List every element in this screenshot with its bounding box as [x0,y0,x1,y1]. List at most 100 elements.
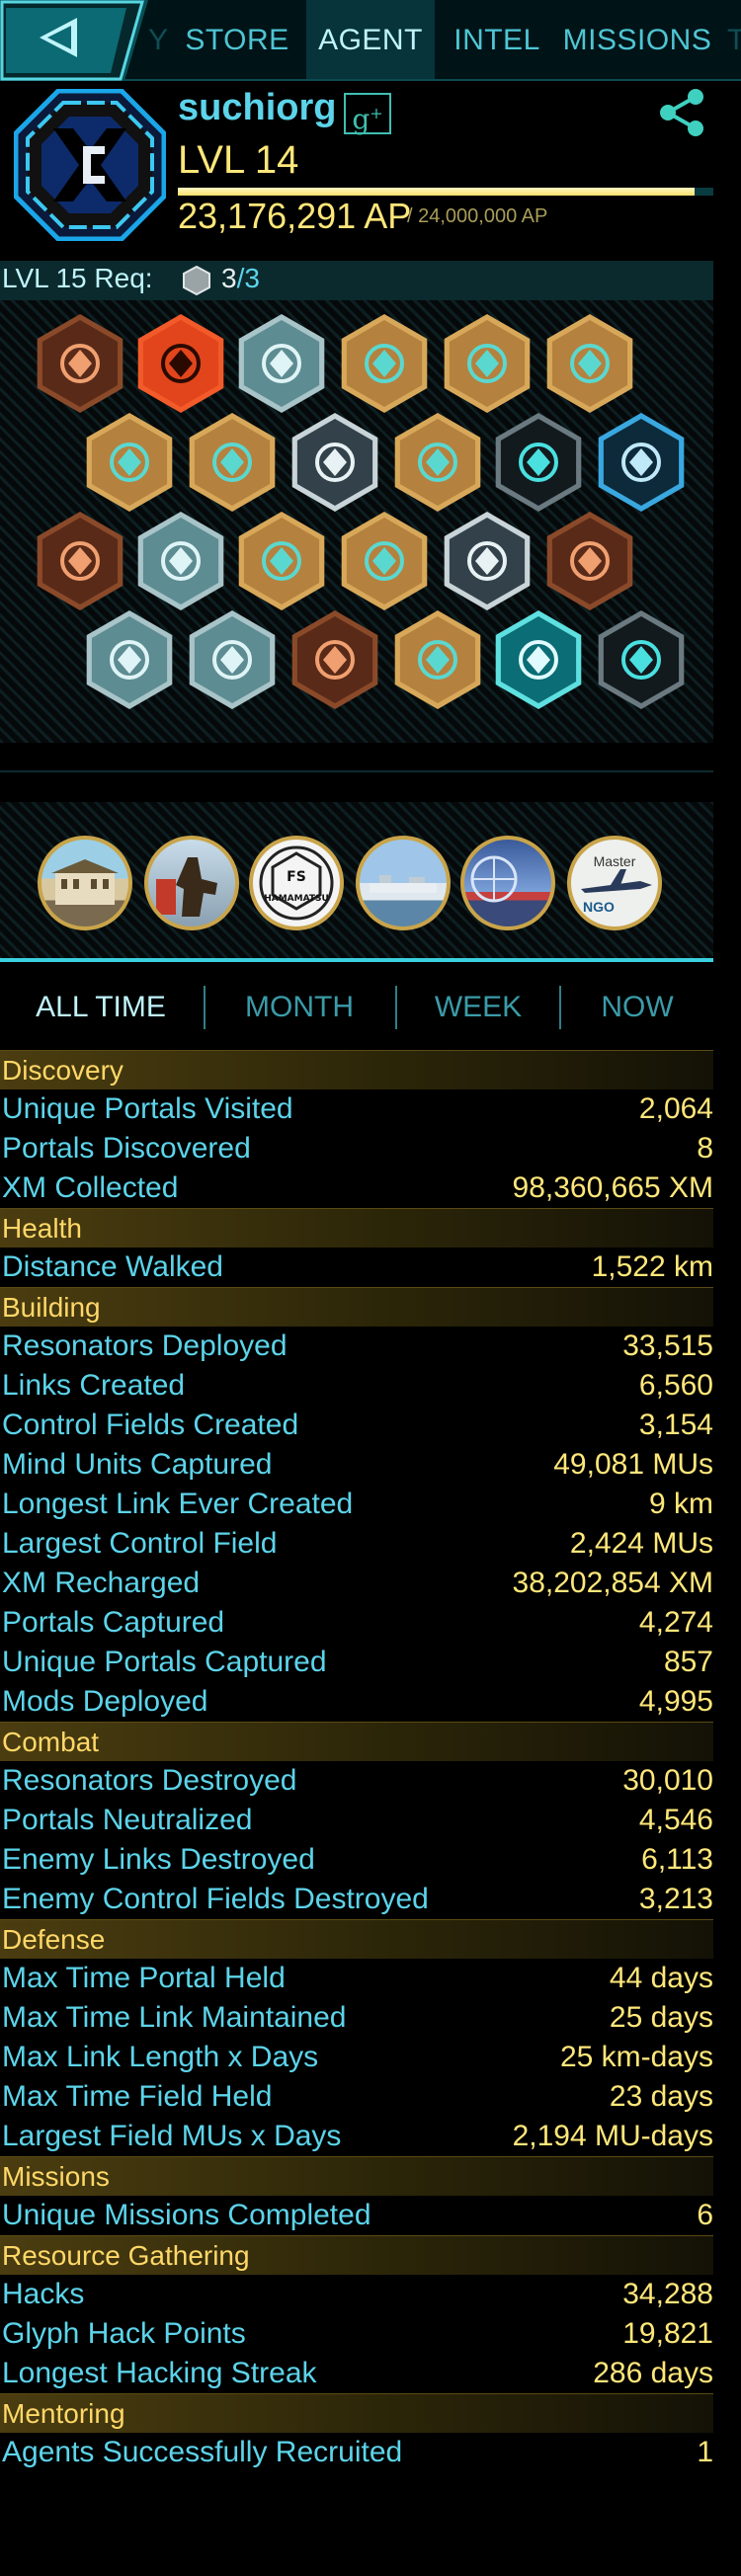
tab-week[interactable]: WEEK [397,978,559,1037]
stat-row: Enemy Control Fields Destroyed 3,213 [0,1880,713,1919]
tab-intel[interactable]: INTEL [443,0,551,79]
stat-value: 6 [697,2199,713,2231]
stat-row: Portals Neutralized 4,546 [0,1801,713,1840]
badge-lock[interactable] [597,608,686,711]
badge-hand-gear[interactable] [85,608,174,711]
stat-row: Max Time Portal Held 44 days [0,1959,713,1998]
top-nav: Y STORE AGENT INTEL MISSIONS T [0,0,741,81]
stat-value: 6,113 [641,1843,713,1876]
badge-hex-logo[interactable] [136,312,225,415]
tab-all-time[interactable]: ALL TIME [0,978,202,1037]
badge-check[interactable] [494,608,583,711]
badge-resonator[interactable] [290,411,379,514]
stat-value: 1 [697,2436,713,2468]
badge-fist[interactable] [393,608,482,711]
check-icon [495,610,582,709]
badge-mask[interactable] [237,510,326,612]
root-icon [394,413,481,512]
badge-links[interactable] [36,510,124,612]
tab-month[interactable]: MONTH [206,978,393,1037]
stat-row: Mind Units Captured 49,081 MUs [0,1445,713,1485]
tab-agent[interactable]: AGENT [306,0,435,79]
hand-map-icon [189,610,276,709]
google-plus-icon[interactable]: g+ [344,93,391,135]
back-button[interactable] [0,0,148,81]
tab-store[interactable]: STORE [178,0,296,79]
stat-row: Unique Missions Completed 6 [0,2196,713,2235]
badge-dots[interactable] [340,510,429,612]
medal-building[interactable] [38,836,132,930]
badge-ship[interactable] [545,312,634,415]
resonator-icon [291,413,378,512]
svg-text:FS: FS [287,869,306,885]
stat-value: 857 [663,1646,713,1678]
section-header: Combat [0,1722,713,1761]
svg-text:HAMAMATSU: HAMAMATSU [264,894,329,904]
stat-label: Max Time Link Maintained [2,2001,347,2034]
tab-now[interactable]: NOW [561,978,713,1037]
stat-value: 4,995 [638,1685,713,1718]
stat-label: Portals Captured [2,1606,225,1639]
stat-label: Max Time Field Held [2,2080,273,2113]
badge-tiki[interactable] [36,312,124,415]
hand-gear-icon [86,610,173,709]
dots-icon [341,512,428,610]
badge-splat[interactable] [340,312,429,415]
medal-fs-hamamatsu[interactable]: FS HAMAMATSU [249,836,344,930]
stat-row: Resonators Destroyed 30,010 [0,1761,713,1801]
ap-value: 23,176,291 AP [178,196,412,236]
stat-row: Glyph Hack Points 19,821 [0,2314,713,2354]
stat-row: Links Created 6,560 [0,1366,713,1406]
section-header: Health [0,1208,713,1248]
stat-value: 8 [697,1132,713,1165]
badge-eye[interactable] [494,411,583,514]
badge-cubes[interactable] [188,411,277,514]
stat-value: 44 days [609,1962,713,1994]
stat-value: 49,081 MUs [553,1448,713,1481]
stat-label: Glyph Hack Points [2,2317,246,2350]
fountain-icon [444,512,531,610]
stat-row: Unique Portals Captured 857 [0,1643,713,1682]
section-header: Defense [0,1919,713,1959]
share-icon[interactable] [656,87,707,138]
stat-label: Mods Deployed [2,1685,208,1718]
badge-root[interactable] [393,411,482,514]
stat-value: 286 days [593,2357,713,2389]
stat-row: Max Link Length x Days 25 km-days [0,2038,713,2077]
badge-people[interactable] [545,510,634,612]
badge-lattice[interactable] [237,312,326,415]
medal-master[interactable]: Master NGO [567,836,662,930]
requirement-total: /3 [236,263,260,293]
ap-progress-bar [178,188,713,196]
stat-value: 2,064 [638,1092,713,1125]
stat-label: Hacks [2,2278,85,2310]
medal-harbor[interactable] [356,836,451,930]
badge-bird[interactable] [290,608,379,711]
badge-wings[interactable] [597,411,686,514]
stat-row: Mods Deployed 4,995 [0,1682,713,1722]
tab-partial-right[interactable]: T [727,0,741,79]
stat-row: Agents Successfully Recruited 1 [0,2433,713,2472]
badge-compass[interactable] [443,312,532,415]
tab-missions[interactable]: MISSIONS [553,0,721,79]
stat-label: Unique Missions Completed [2,2199,371,2231]
stat-value: 6,560 [638,1369,713,1402]
medal-hex-icon [183,266,210,295]
badge-plant[interactable] [85,411,174,514]
badge-fountain[interactable] [443,510,532,612]
people-icon [546,512,633,610]
tab-partial-left[interactable]: Y [148,0,178,79]
badge-walker[interactable] [136,510,225,612]
stat-label: Agents Successfully Recruited [2,2436,403,2468]
badge-hand-map[interactable] [188,608,277,711]
cubes-icon [189,413,276,512]
plant-icon [86,413,173,512]
stat-value: 98,360,665 XM [512,1171,713,1204]
medal-statue[interactable] [144,836,239,930]
stat-value: 33,515 [622,1329,713,1362]
ship-icon [546,314,633,413]
requirement-label: LVL 15 Req: [2,263,153,293]
lattice-icon [238,314,325,413]
medal-bridge[interactable] [460,836,555,930]
stat-row: Largest Control Field 2,424 MUs [0,1524,713,1564]
